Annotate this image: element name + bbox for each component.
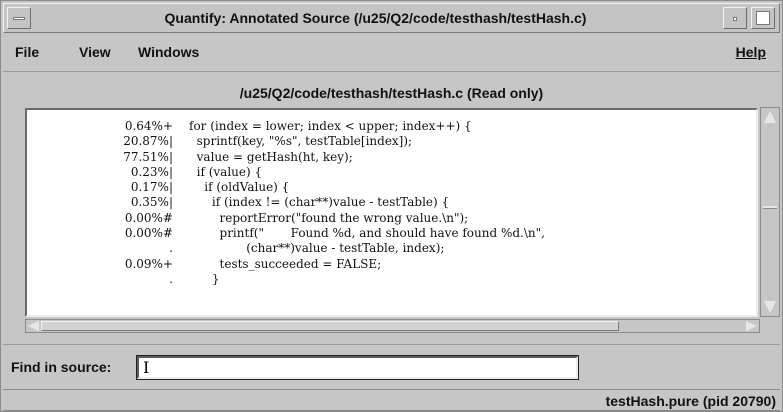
line-percentage: 0.64%+ xyxy=(124,119,173,133)
find-label: Find in source: xyxy=(11,359,112,375)
line-code: (char**)value - testTable, index); xyxy=(189,241,445,256)
source-line: 0.09%+ tests_succeeded = FALSE; xyxy=(27,257,756,272)
line-percentage: 20.87%| xyxy=(123,134,173,149)
line-percentage: 0.09%+ xyxy=(124,256,173,271)
minimize-icon xyxy=(733,17,737,21)
line-percentage: 77.51%| xyxy=(123,149,173,164)
status-text: testHash.pure (pid 20790) xyxy=(605,393,776,409)
window-menu-icon xyxy=(13,17,25,20)
line-percentage: 0.35%| xyxy=(130,195,173,210)
source-line: 0.17%| if (oldValue) { xyxy=(27,180,756,195)
minimize-button[interactable] xyxy=(723,7,747,29)
line-code: reportError("found the wrong value.\n"); xyxy=(189,210,469,225)
window-menu-button[interactable] xyxy=(7,7,31,29)
source-line: . (char**)value - testTable, index); xyxy=(27,241,756,256)
menu-windows[interactable]: Windows xyxy=(138,44,199,60)
line-code: for (index = lower; index < upper; index… xyxy=(189,119,472,133)
source-file-heading: /u25/Q2/code/testhash/testHash.c (Read o… xyxy=(239,85,544,101)
line-percentage: . xyxy=(169,241,173,256)
maximize-button[interactable] xyxy=(751,7,775,29)
scroll-right-icon[interactable] xyxy=(746,321,757,331)
vertical-scrollbar[interactable] xyxy=(760,107,780,317)
divider xyxy=(3,344,780,345)
line-percentage: . xyxy=(169,271,173,286)
source-line: . } xyxy=(27,272,756,287)
line-percentage: 0.17%| xyxy=(130,180,173,195)
find-in-source-input[interactable] xyxy=(136,355,579,380)
source-line: 0.35%| if (index != (char**)value - test… xyxy=(27,195,756,210)
scroll-down-icon[interactable] xyxy=(764,301,776,313)
horizontal-scroll-thumb[interactable] xyxy=(41,321,619,331)
window-title: Quantify: Annotated Source (/u25/Q2/code… xyxy=(164,10,587,26)
line-code: if (index != (char**)value - testTable) … xyxy=(189,195,450,210)
vertical-scroll-thumb[interactable] xyxy=(763,206,777,209)
source-line: 0.64%+ for (index = lower; index < upper;… xyxy=(27,119,756,134)
line-percentage: 0.00%# xyxy=(124,226,173,241)
scroll-up-icon[interactable] xyxy=(764,111,776,123)
menu-bar: File View Windows Help xyxy=(3,34,780,72)
annotated-source-view[interactable]: 0.64%+ for (index = lower; index < upper;… xyxy=(25,108,758,317)
line-percentage: 0.00%# xyxy=(124,210,173,225)
status-bar: testHash.pure (pid 20790) xyxy=(3,389,780,411)
horizontal-scrollbar[interactable] xyxy=(25,319,760,333)
line-code: value = getHash(ht, key); xyxy=(189,149,353,164)
menu-file[interactable]: File xyxy=(15,44,39,60)
line-code: if (value) { xyxy=(189,164,263,179)
source-line: 20.87%| sprintf(key, "%s", testTable[ind… xyxy=(27,134,756,149)
source-line: 0.23%| if (value) { xyxy=(27,165,756,180)
line-code: if (oldValue) { xyxy=(189,180,290,195)
line-code: tests_succeeded = FALSE; xyxy=(189,256,382,271)
menu-help-label: Help xyxy=(735,44,766,60)
line-code: printf(" Found %d, and should have found… xyxy=(189,226,545,241)
title-bar[interactable]: Quantify: Annotated Source (/u25/Q2/code… xyxy=(3,3,780,33)
source-line: 0.00%# reportError("found the wrong valu… xyxy=(27,211,756,226)
source-lines: 0.64%+ for (index = lower; index < upper;… xyxy=(27,119,756,287)
line-percentage: 0.23%| xyxy=(130,164,173,179)
maximize-icon xyxy=(756,11,770,25)
source-line: 77.51%| value = getHash(ht, key); xyxy=(27,150,756,165)
scroll-left-icon[interactable] xyxy=(28,321,39,331)
line-code: } xyxy=(189,271,220,286)
line-code: sprintf(key, "%s", testTable[index]); xyxy=(189,134,413,149)
source-line: 0.00%# printf(" Found %d, and should hav… xyxy=(27,226,756,241)
menu-view[interactable]: View xyxy=(79,44,111,60)
menu-help[interactable]: Help xyxy=(736,44,766,60)
quantify-window: Quantify: Annotated Source (/u25/Q2/code… xyxy=(0,0,783,412)
